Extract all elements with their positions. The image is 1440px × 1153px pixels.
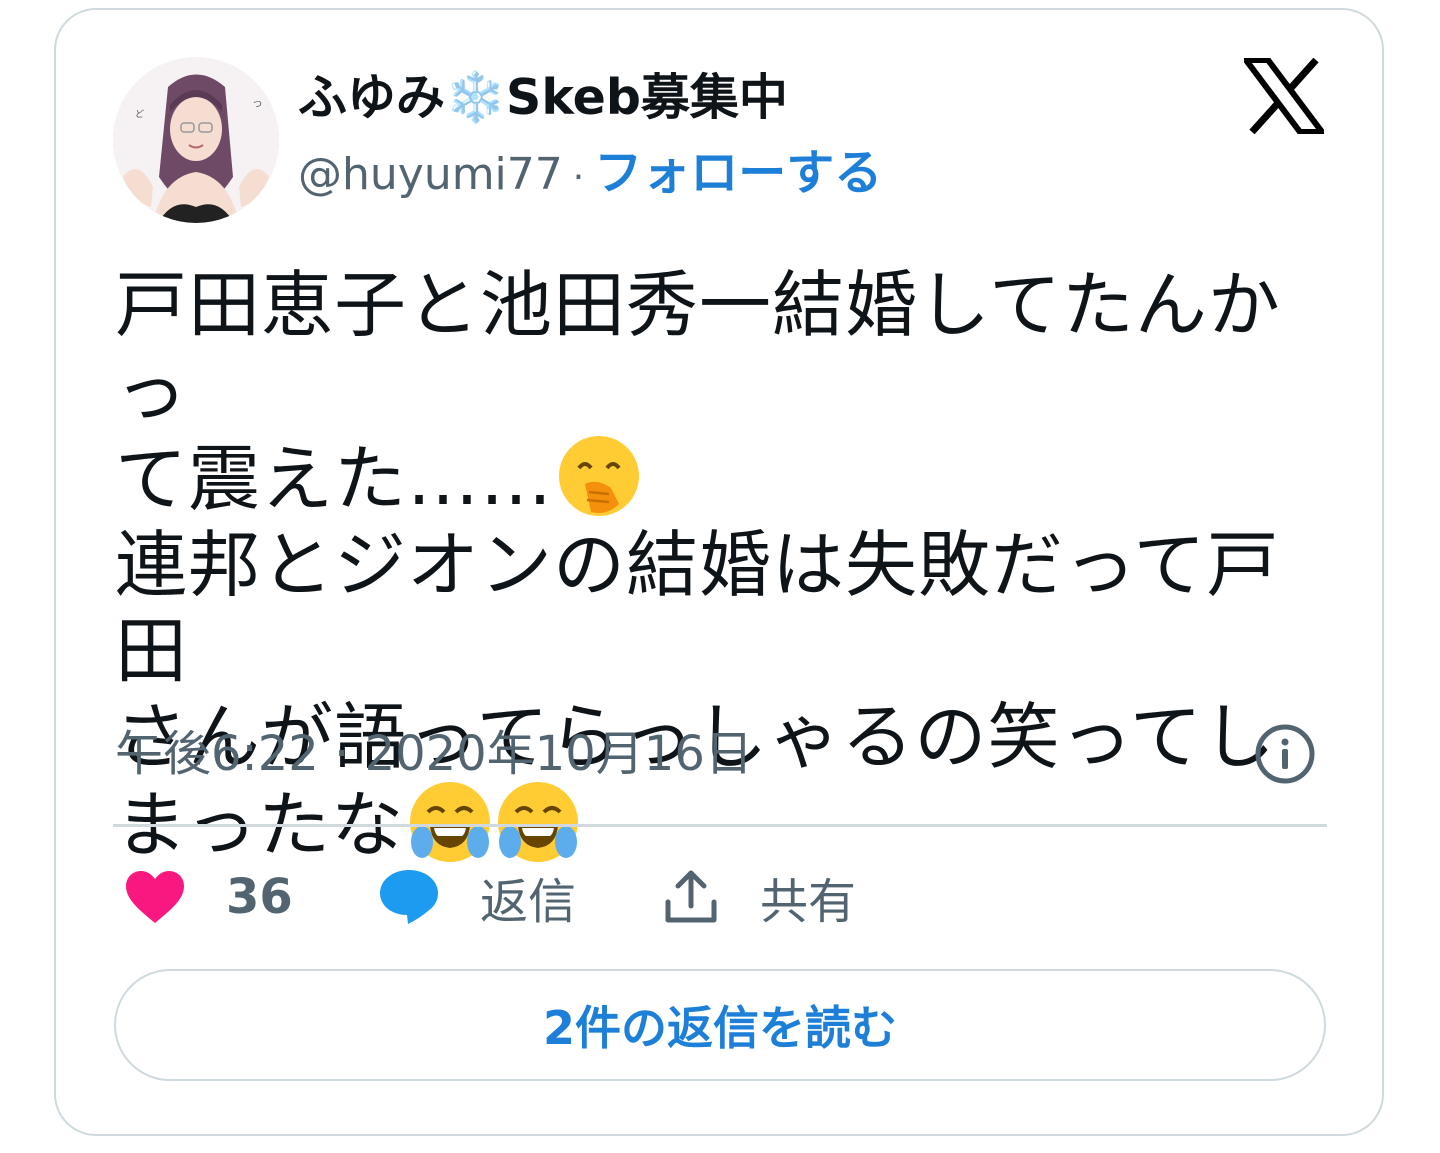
separator-dot: ·: [572, 157, 585, 198]
heart-icon: [126, 871, 184, 923]
like-count: 36: [226, 869, 293, 925]
display-name-prefix: ふゆみ: [298, 69, 446, 126]
display-name[interactable]: ふゆみ❄️Skeb募集中: [298, 66, 788, 130]
tweet-line-3: 連邦とジオンの結婚は失敗だって戸田: [115, 523, 1280, 693]
info-icon[interactable]: [1254, 723, 1316, 785]
share-button[interactable]: 共有: [662, 862, 856, 932]
handle-row: @huyumi77 · フォローする: [298, 143, 882, 208]
svg-text:ど: ど: [135, 109, 144, 120]
share-label: 共有: [760, 874, 857, 930]
reply-label: 返信: [480, 874, 577, 930]
avatar[interactable]: つ ど: [113, 57, 279, 223]
avatar-illustration: つ ど: [113, 57, 279, 223]
follow-button[interactable]: フォローする: [594, 145, 882, 201]
x-logo-icon[interactable]: [1244, 58, 1324, 134]
face-with-hand-over-mouth-icon: [559, 436, 640, 516]
like-button[interactable]: 36: [124, 862, 293, 932]
divider: [113, 824, 1327, 827]
tweet-line-2: て震えた……: [115, 437, 554, 521]
speech-bubble-icon: [380, 870, 438, 924]
read-replies-button[interactable]: 2件の返信を読む: [114, 969, 1326, 1081]
read-replies-label: 2件の返信を読む: [542, 1001, 897, 1055]
tweet-line-1: 戸田恵子と池田秀一結婚してたんかっ: [115, 263, 1281, 433]
face-with-tears-of-joy-icon: [498, 782, 579, 862]
face-with-tears-of-joy-icon: [410, 782, 491, 862]
reply-button[interactable]: 返信: [378, 862, 576, 932]
share-icon: [665, 870, 717, 923]
display-name-suffix: Skeb募集中: [506, 69, 788, 126]
svg-text:つ: つ: [253, 100, 262, 110]
snowflake-icon: ❄️: [445, 69, 507, 126]
user-handle[interactable]: @huyumi77: [298, 149, 563, 200]
tweet-timestamp[interactable]: 午後6:22 · 2020年10月16日: [115, 722, 753, 786]
